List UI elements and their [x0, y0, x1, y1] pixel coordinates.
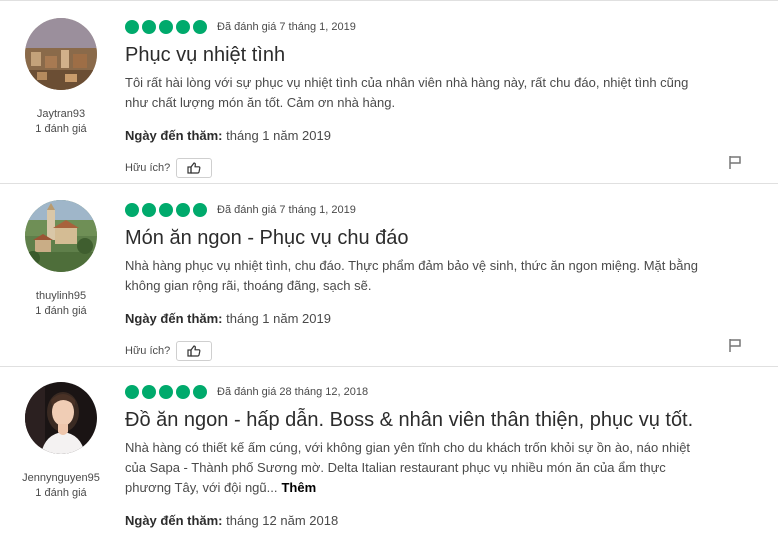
- avatar[interactable]: [25, 382, 97, 454]
- rating-bubble: [176, 20, 190, 34]
- review-body-text: Nhà hàng có thiết kế ấm cúng, với không …: [125, 440, 691, 495]
- rating-bubble: [159, 203, 173, 217]
- rating-date: Đã đánh giá 28 tháng 12, 2018: [217, 386, 369, 398]
- visit-date-label: Ngày đến thăm:: [125, 513, 223, 528]
- thumbs-up-icon: [187, 162, 201, 174]
- rating-bubble: [193, 20, 207, 34]
- reviews-list: Jaytran93 1 đánh giá Đã đánh giá 7 tháng…: [0, 0, 778, 537]
- rating-bubble: [142, 20, 156, 34]
- visit-date-label: Ngày đến thăm:: [125, 128, 223, 143]
- reviewer-contributions: 1 đánh giá: [35, 305, 87, 317]
- rating-date: Đã đánh giá 7 tháng 1, 2019: [217, 204, 356, 216]
- rating-bubble: [193, 385, 207, 399]
- review-title[interactable]: Phục vụ nhiệt tình: [125, 43, 725, 67]
- thumbs-up-icon: [187, 345, 201, 357]
- rating-bubbles: [125, 203, 207, 217]
- reviewer-contributions: 1 đánh giá: [35, 123, 87, 135]
- review-content: Đã đánh giá 28 tháng 12, 2018 Đồ ăn ngon…: [125, 384, 725, 530]
- flag-icon[interactable]: [728, 338, 742, 352]
- review-content: Đã đánh giá 7 tháng 1, 2019 Phục vụ nhiệ…: [125, 19, 725, 178]
- review-title[interactable]: Đồ ăn ngon - hấp dẫn. Boss & nhân viên t…: [125, 408, 725, 432]
- reviewer-username[interactable]: Jennynguyen95: [0, 471, 122, 485]
- rating-date: Đã đánh giá 7 tháng 1, 2019: [217, 21, 356, 33]
- review-card: Jaytran93 1 đánh giá Đã đánh giá 7 tháng…: [0, 0, 778, 183]
- visit-date: Ngày đến thăm: tháng 1 năm 2019: [125, 310, 725, 328]
- helpful-label: Hữu ích?: [125, 345, 171, 357]
- flag-icon[interactable]: [728, 155, 742, 169]
- rating-bubbles: [125, 20, 207, 34]
- visit-date-label: Ngày đến thăm:: [125, 311, 223, 326]
- reviewer-info: Jennynguyen95 1 đánh giá: [0, 382, 122, 500]
- reviewer-username[interactable]: thuylinh95: [0, 289, 122, 303]
- church-village-photo: [25, 200, 97, 272]
- reviewer-info: thuylinh95 1 đánh giá: [0, 200, 122, 318]
- rating-row: Đã đánh giá 28 tháng 12, 2018: [125, 384, 725, 400]
- rating-bubble: [159, 20, 173, 34]
- rating-bubble: [159, 385, 173, 399]
- visit-date-value: tháng 1 năm 2019: [226, 128, 331, 143]
- rating-bubbles: [125, 385, 207, 399]
- reviewer-username[interactable]: Jaytran93: [0, 107, 122, 121]
- review-card: Jennynguyen95 1 đánh giá Đã đánh giá 28 …: [0, 367, 778, 537]
- review-body: Tôi rất hài lòng với sự phục vụ nhiệt tì…: [125, 75, 689, 110]
- visit-date: Ngày đến thăm: tháng 12 năm 2018: [125, 512, 725, 530]
- rating-bubble: [142, 203, 156, 217]
- rating-bubble: [176, 385, 190, 399]
- visit-date-value: tháng 1 năm 2019: [226, 311, 331, 326]
- rating-bubble: [176, 203, 190, 217]
- rating-row: Đã đánh giá 7 tháng 1, 2019: [125, 202, 725, 218]
- helpful-row: Hữu ích?: [125, 158, 725, 178]
- review-content: Đã đánh giá 7 tháng 1, 2019 Món ăn ngon …: [125, 202, 725, 361]
- avatar[interactable]: [25, 200, 97, 272]
- helpful-button[interactable]: [176, 158, 213, 178]
- review-body: Nhà hàng phục vụ nhiệt tình, chu đáo. Th…: [125, 258, 698, 293]
- avatar[interactable]: [25, 18, 97, 90]
- reviewer-info: Jaytran93 1 đánh giá: [0, 18, 122, 136]
- reviewer-contributions: 1 đánh giá: [35, 487, 87, 499]
- helpful-row: Hữu ích?: [125, 341, 725, 361]
- city-landscape-photo: [25, 18, 97, 90]
- rating-bubble: [125, 385, 139, 399]
- rating-bubble: [193, 203, 207, 217]
- woman-portrait-photo: [25, 382, 97, 454]
- rating-bubble: [125, 20, 139, 34]
- helpful-label: Hữu ích?: [125, 162, 171, 174]
- rating-row: Đã đánh giá 7 tháng 1, 2019: [125, 19, 725, 35]
- review-card: thuylinh95 1 đánh giá Đã đánh giá 7 thán…: [0, 184, 778, 365]
- review-body: Nhà hàng có thiết kế ấm cúng, với không …: [125, 438, 705, 498]
- visit-date-value: tháng 12 năm 2018: [226, 513, 339, 528]
- helpful-button[interactable]: [176, 341, 213, 361]
- more-link[interactable]: Thêm: [281, 480, 316, 495]
- visit-date: Ngày đến thăm: tháng 1 năm 2019: [125, 127, 725, 145]
- review-title[interactable]: Món ăn ngon - Phục vụ chu đáo: [125, 226, 725, 250]
- rating-bubble: [142, 385, 156, 399]
- rating-bubble: [125, 203, 139, 217]
